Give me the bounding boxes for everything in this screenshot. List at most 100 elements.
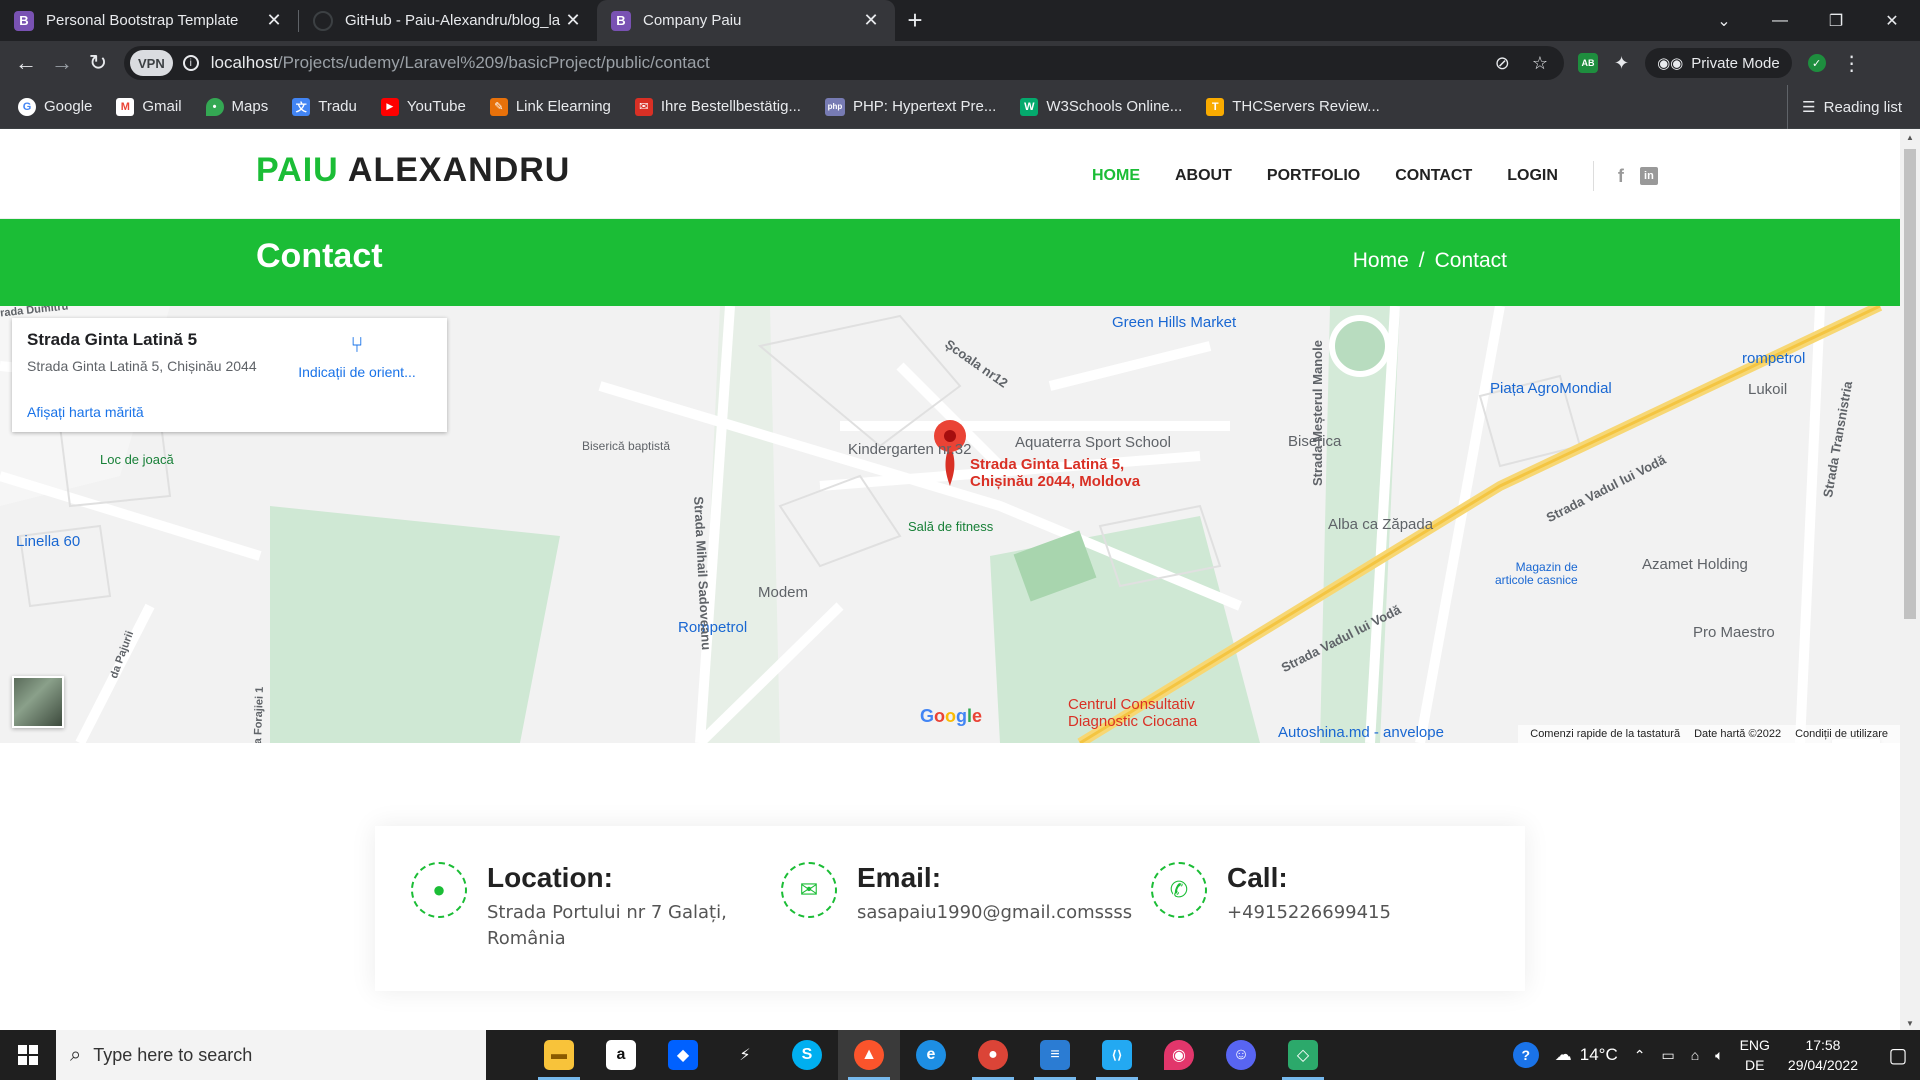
map-label-loc-de-joaca[interactable]: Loc de joacă	[100, 452, 174, 467]
reading-list-button[interactable]: ☰ Reading list	[1787, 85, 1902, 129]
nav-about[interactable]: ABOUT	[1175, 167, 1232, 185]
satellite-toggle-thumbnail[interactable]	[12, 676, 64, 728]
bookmark-youtube[interactable]: ▶ YouTube	[380, 97, 466, 116]
taskbar-app-chrome[interactable]: ●	[962, 1030, 1024, 1080]
bolt-icon: ⚡	[739, 1047, 751, 1064]
map-label-biserica-baptista[interactable]: Biserică baptistă	[582, 439, 670, 453]
nav-portfolio[interactable]: PORTFOLIO	[1267, 167, 1360, 185]
map-label-rompetrol-top[interactable]: rompetrol	[1742, 350, 1805, 367]
facebook-icon[interactable]: f	[1618, 166, 1624, 187]
tab-personal-bootstrap[interactable]: B Personal Bootstrap Template ✕	[0, 0, 298, 41]
notifications-icon[interactable]: ▢	[1876, 1030, 1920, 1080]
tray-overflow-icon[interactable]: ⌃	[1634, 1047, 1646, 1064]
map-label-modem[interactable]: Modem	[758, 584, 808, 601]
help-icon[interactable]: ?	[1512, 1042, 1539, 1068]
security-shield-icon[interactable]: ✓	[1807, 54, 1826, 72]
tracking-blocked-icon[interactable]: ⊘	[1495, 53, 1510, 74]
taskbar-app-notepad[interactable]: ≡	[1024, 1030, 1086, 1080]
map-label-green-hills[interactable]: Green Hills Market	[1112, 314, 1236, 331]
extensions-puzzle-icon[interactable]: ✦	[1614, 53, 1629, 74]
weather-widget[interactable]: ☁ 14°C	[1555, 1045, 1618, 1065]
map-label-linella[interactable]: Linella 60	[16, 533, 80, 550]
close-tab-icon[interactable]: ✕	[861, 10, 881, 31]
nav-login[interactable]: LOGIN	[1507, 167, 1558, 185]
terms-of-use-link[interactable]: Condiții de utilizare	[1795, 728, 1888, 740]
taskbar-app-discord[interactable]: ☺	[1210, 1030, 1272, 1080]
taskbar-app-brave[interactable]: ▲	[838, 1030, 900, 1080]
taskbar-app-edge[interactable]: e	[900, 1030, 962, 1080]
taskbar-app-bolt[interactable]: ⚡	[714, 1030, 776, 1080]
embedded-map[interactable]: Green Hills Market Școala nr12 rompetrol…	[0, 306, 1900, 743]
map-label-centru[interactable]: Centrul Consultativ Diagnostic Ciocana	[1068, 696, 1197, 730]
scroll-up-arrow-icon[interactable]: ▲	[1900, 133, 1920, 142]
scrollbar-thumb[interactable]	[1904, 149, 1916, 619]
page-scrollbar[interactable]: ▲ ▼	[1900, 129, 1920, 1030]
taskbar-app-paint[interactable]: ◉	[1148, 1030, 1210, 1080]
nav-home[interactable]: HOME	[1092, 167, 1140, 185]
bookmark-php[interactable]: php PHP: Hypertext Pre...	[824, 97, 996, 116]
directions-link[interactable]: ⑂ Indicații de orient...	[287, 332, 427, 380]
bookmark-maps[interactable]: • Maps	[205, 97, 268, 116]
map-label-kindergarten[interactable]: Kindergarten nr.32	[848, 441, 971, 458]
device-icon[interactable]: ▭	[1661, 1047, 1674, 1064]
back-button[interactable]: ←	[8, 45, 44, 81]
start-button[interactable]	[0, 1030, 56, 1080]
close-tab-icon[interactable]: ✕	[563, 10, 583, 31]
taskbar-app-sourcetree[interactable]: ◇	[1272, 1030, 1334, 1080]
map-label-lukoil[interactable]: Lukoil	[1748, 381, 1787, 398]
map-label-piata[interactable]: Piața AgroMondial	[1490, 380, 1612, 397]
tab-github[interactable]: GitHub - Paiu-Alexandru/blog_la ✕	[299, 0, 597, 41]
site-logo[interactable]: PAIU ALEXANDRU	[256, 151, 570, 190]
map-label-sala-fitness[interactable]: Sală de fitness	[908, 519, 993, 534]
taskbar-app-file-explorer[interactable]: ▬	[528, 1030, 590, 1080]
address-bar[interactable]: VPN i localhost/Projects/udemy/Laravel%2…	[124, 46, 1564, 80]
url-text[interactable]: localhost/Projects/udemy/Laravel%209/bas…	[211, 53, 1495, 73]
bookmark-thcservers[interactable]: T THCServers Review...	[1206, 97, 1380, 116]
map-label-aquaterra[interactable]: Aquaterra Sport School	[1015, 434, 1171, 451]
taskbar-search[interactable]: ⌕ Type here to search	[56, 1030, 486, 1080]
breadcrumb-home[interactable]: Home	[1353, 249, 1409, 272]
taskbar-app-dropbox[interactable]: ◆	[652, 1030, 714, 1080]
language-indicator[interactable]: ENG DE	[1740, 1035, 1770, 1075]
clock[interactable]: 17:58 29/04/2022	[1788, 1035, 1858, 1075]
map-label-magazin[interactable]: Magazin de articole casnice	[1495, 561, 1578, 587]
phone-number[interactable]: +4915226699415	[1227, 900, 1391, 926]
taskbar-app-amazon[interactable]: a	[590, 1030, 652, 1080]
bookmark-star-icon[interactable]: ☆	[1532, 53, 1548, 74]
reload-button[interactable]: ↻	[80, 45, 116, 81]
view-larger-map-link[interactable]: Afișați harta mărită	[27, 404, 144, 420]
map-label-azamet[interactable]: Azamet Holding	[1642, 556, 1748, 573]
bookmark-link-elearning[interactable]: ✎ Link Elearning	[489, 97, 611, 116]
tab-search-icon[interactable]: ⌄	[1696, 0, 1752, 41]
adblock-extension-icon[interactable]: AB	[1578, 53, 1598, 73]
map-label-pro-maestro[interactable]: Pro Maestro	[1693, 624, 1775, 641]
close-window-button[interactable]: ✕	[1864, 0, 1920, 41]
taskbar-app-vscode[interactable]: ⟨⟩	[1086, 1030, 1148, 1080]
keyboard-shortcuts-link[interactable]: Comenzi rapide de la tastatură	[1530, 728, 1680, 740]
menu-kebab-icon[interactable]: ⋮	[1842, 51, 1862, 76]
vpn-badge[interactable]: VPN	[130, 50, 173, 76]
bookmark-bestellbestatigung[interactable]: ✉ Ihre Bestellbestätig...	[634, 97, 801, 116]
nav-contact[interactable]: CONTACT	[1395, 167, 1472, 185]
forward-button[interactable]: →	[44, 45, 80, 81]
new-tab-button[interactable]: +	[895, 0, 935, 41]
map-label-autoshina[interactable]: Autoshina.md - anvelope	[1278, 724, 1444, 741]
bookmark-w3schools[interactable]: W W3Schools Online...	[1020, 97, 1182, 116]
bookmark-tradu[interactable]: 文 Tradu	[292, 97, 357, 116]
private-mode-button[interactable]: ◉◉ Private Mode	[1645, 48, 1792, 78]
email-address[interactable]: sasapaiu1990@gmail.comssss	[857, 900, 1132, 926]
bookmark-google[interactable]: G Google	[18, 97, 92, 116]
bookmark-label: YouTube	[406, 98, 466, 115]
map-label-alba[interactable]: Alba ca Zăpada	[1328, 516, 1433, 533]
linkedin-icon[interactable]: in	[1639, 167, 1658, 185]
bookmark-gmail[interactable]: M Gmail	[116, 97, 182, 116]
close-tab-icon[interactable]: ✕	[264, 10, 284, 31]
tab-company-paiu[interactable]: B Company Paiu ✕	[597, 0, 895, 41]
scroll-down-arrow-icon[interactable]: ▼	[1900, 1019, 1920, 1028]
site-info-icon[interactable]: i	[182, 55, 199, 71]
restore-button[interactable]: ❐	[1808, 0, 1864, 41]
network-icon[interactable]: ⌂	[1691, 1047, 1699, 1063]
minimize-button[interactable]: —	[1752, 0, 1808, 41]
taskbar-app-skype[interactable]: S	[776, 1030, 838, 1080]
volume-icon[interactable]: 🔈︎	[1715, 1047, 1723, 1064]
